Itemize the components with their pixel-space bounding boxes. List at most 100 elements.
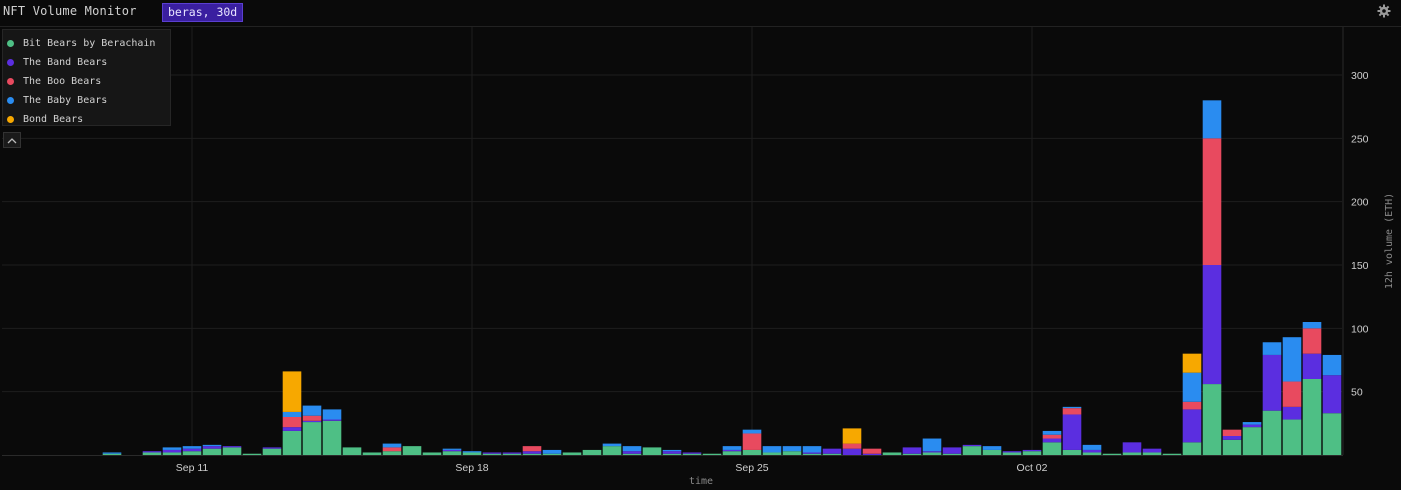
bar-segment xyxy=(162,452,182,455)
bar-segment xyxy=(602,446,622,455)
bar-segment xyxy=(1062,414,1082,450)
y-tick-label: 300 xyxy=(1351,70,1369,82)
bar-segment xyxy=(642,447,662,455)
bar-segment xyxy=(1302,328,1322,354)
bar-segment xyxy=(822,448,842,454)
bar-segment xyxy=(782,446,802,452)
legend-item[interactable]: Bit Bears by Berachain xyxy=(3,34,170,53)
bar-segment xyxy=(1262,342,1282,355)
bar-segment xyxy=(1142,452,1162,455)
bar-segment xyxy=(822,453,842,455)
legend-item[interactable]: Bond Bears xyxy=(3,110,170,129)
bar-segment xyxy=(802,453,822,455)
bar-segment xyxy=(202,444,222,447)
bar-segment xyxy=(1322,354,1342,376)
bar-segment xyxy=(1242,424,1262,428)
bar-segment xyxy=(1182,409,1202,443)
bar-segment xyxy=(722,446,742,450)
bar-segment xyxy=(742,449,762,455)
x-tick-label: Sep 18 xyxy=(455,462,488,474)
legend-swatch xyxy=(7,97,14,104)
bar-segment xyxy=(282,427,302,431)
y-axis-title: 12h volume (ETH) xyxy=(1384,193,1395,289)
bar-segment xyxy=(162,449,182,453)
legend-label: The Baby Bears xyxy=(23,95,108,106)
bar-segment xyxy=(722,451,742,455)
bar-segment xyxy=(1222,439,1242,455)
bar-segment xyxy=(442,448,462,450)
bar-segment xyxy=(1082,444,1102,450)
x-tick-label: Oct 02 xyxy=(1017,462,1048,474)
legend-item[interactable]: The Baby Bears xyxy=(3,91,170,110)
bar-segment xyxy=(262,447,282,449)
bar-segment xyxy=(1002,452,1022,455)
bar-segment xyxy=(1182,401,1202,410)
bar-segment xyxy=(1222,436,1242,440)
bar-segment xyxy=(282,417,302,428)
bar-segment xyxy=(222,447,242,455)
x-tick-label: Sep 11 xyxy=(176,462,209,474)
bar-segment xyxy=(382,447,402,452)
bar-segment xyxy=(262,448,282,455)
legend-label: The Band Bears xyxy=(23,57,108,68)
bar-segment xyxy=(582,449,602,455)
bar-segment xyxy=(802,452,822,454)
bar-segment xyxy=(762,452,782,455)
bar-segment xyxy=(1222,429,1242,436)
bar-segment xyxy=(142,452,162,455)
bar-segment xyxy=(1062,408,1082,415)
legend-item[interactable]: The Boo Bears xyxy=(3,72,170,91)
bar-segment xyxy=(742,433,762,450)
bar-segment xyxy=(982,449,1002,455)
bar-segment xyxy=(1142,448,1162,453)
legend-label: Bond Bears xyxy=(23,114,84,125)
legend-item[interactable]: The Band Bears xyxy=(3,53,170,72)
bar-segment xyxy=(1042,430,1062,435)
bar-segment xyxy=(1282,337,1302,382)
bar-segment xyxy=(1062,406,1082,409)
bar-segment xyxy=(682,453,702,455)
bar-segment xyxy=(902,453,922,455)
bar-segment xyxy=(1122,452,1142,455)
bar-segment xyxy=(522,446,542,452)
bar-segment xyxy=(102,453,122,455)
y-tick-label: 150 xyxy=(1351,260,1369,272)
legend-collapse-button[interactable] xyxy=(3,132,21,148)
bar-segment xyxy=(322,419,342,421)
bar-segment xyxy=(1002,451,1022,453)
bar-segment xyxy=(182,451,202,455)
bar-segment xyxy=(382,451,402,455)
y-tick-label: 100 xyxy=(1351,323,1369,335)
bar-segment xyxy=(962,444,982,447)
bar-segment xyxy=(1302,379,1322,455)
bar-segment xyxy=(202,448,222,455)
bar-segment xyxy=(1042,442,1062,455)
bar-segment xyxy=(1022,451,1042,455)
x-axis-title: time xyxy=(689,476,713,487)
bar-segment xyxy=(682,452,702,454)
bar-segment xyxy=(222,446,242,448)
bar-segment xyxy=(1282,419,1302,455)
bar-segment xyxy=(542,449,562,454)
bar-segment xyxy=(1082,452,1102,455)
bar-segment xyxy=(1062,449,1082,455)
bar-segment xyxy=(1022,449,1042,452)
bar-segment xyxy=(1042,434,1062,439)
bar-segment xyxy=(562,452,582,455)
bar-segment xyxy=(862,448,882,454)
bar-segment xyxy=(282,411,302,417)
legend-swatch xyxy=(7,59,14,66)
bar-segment xyxy=(662,451,682,454)
bar-segment xyxy=(702,453,722,455)
bar-segment xyxy=(502,452,522,454)
bar-segment xyxy=(982,446,1002,450)
bar-segment xyxy=(482,452,502,454)
legend-label: Bit Bears by Berachain xyxy=(23,38,156,49)
bar-segment xyxy=(1102,453,1122,455)
bar-segment xyxy=(1202,384,1222,455)
bar-segment xyxy=(622,451,642,454)
bar-segment xyxy=(1242,422,1262,425)
bar-segment xyxy=(1322,375,1342,414)
bar-segment xyxy=(622,453,642,455)
bar-segment xyxy=(1202,138,1222,265)
